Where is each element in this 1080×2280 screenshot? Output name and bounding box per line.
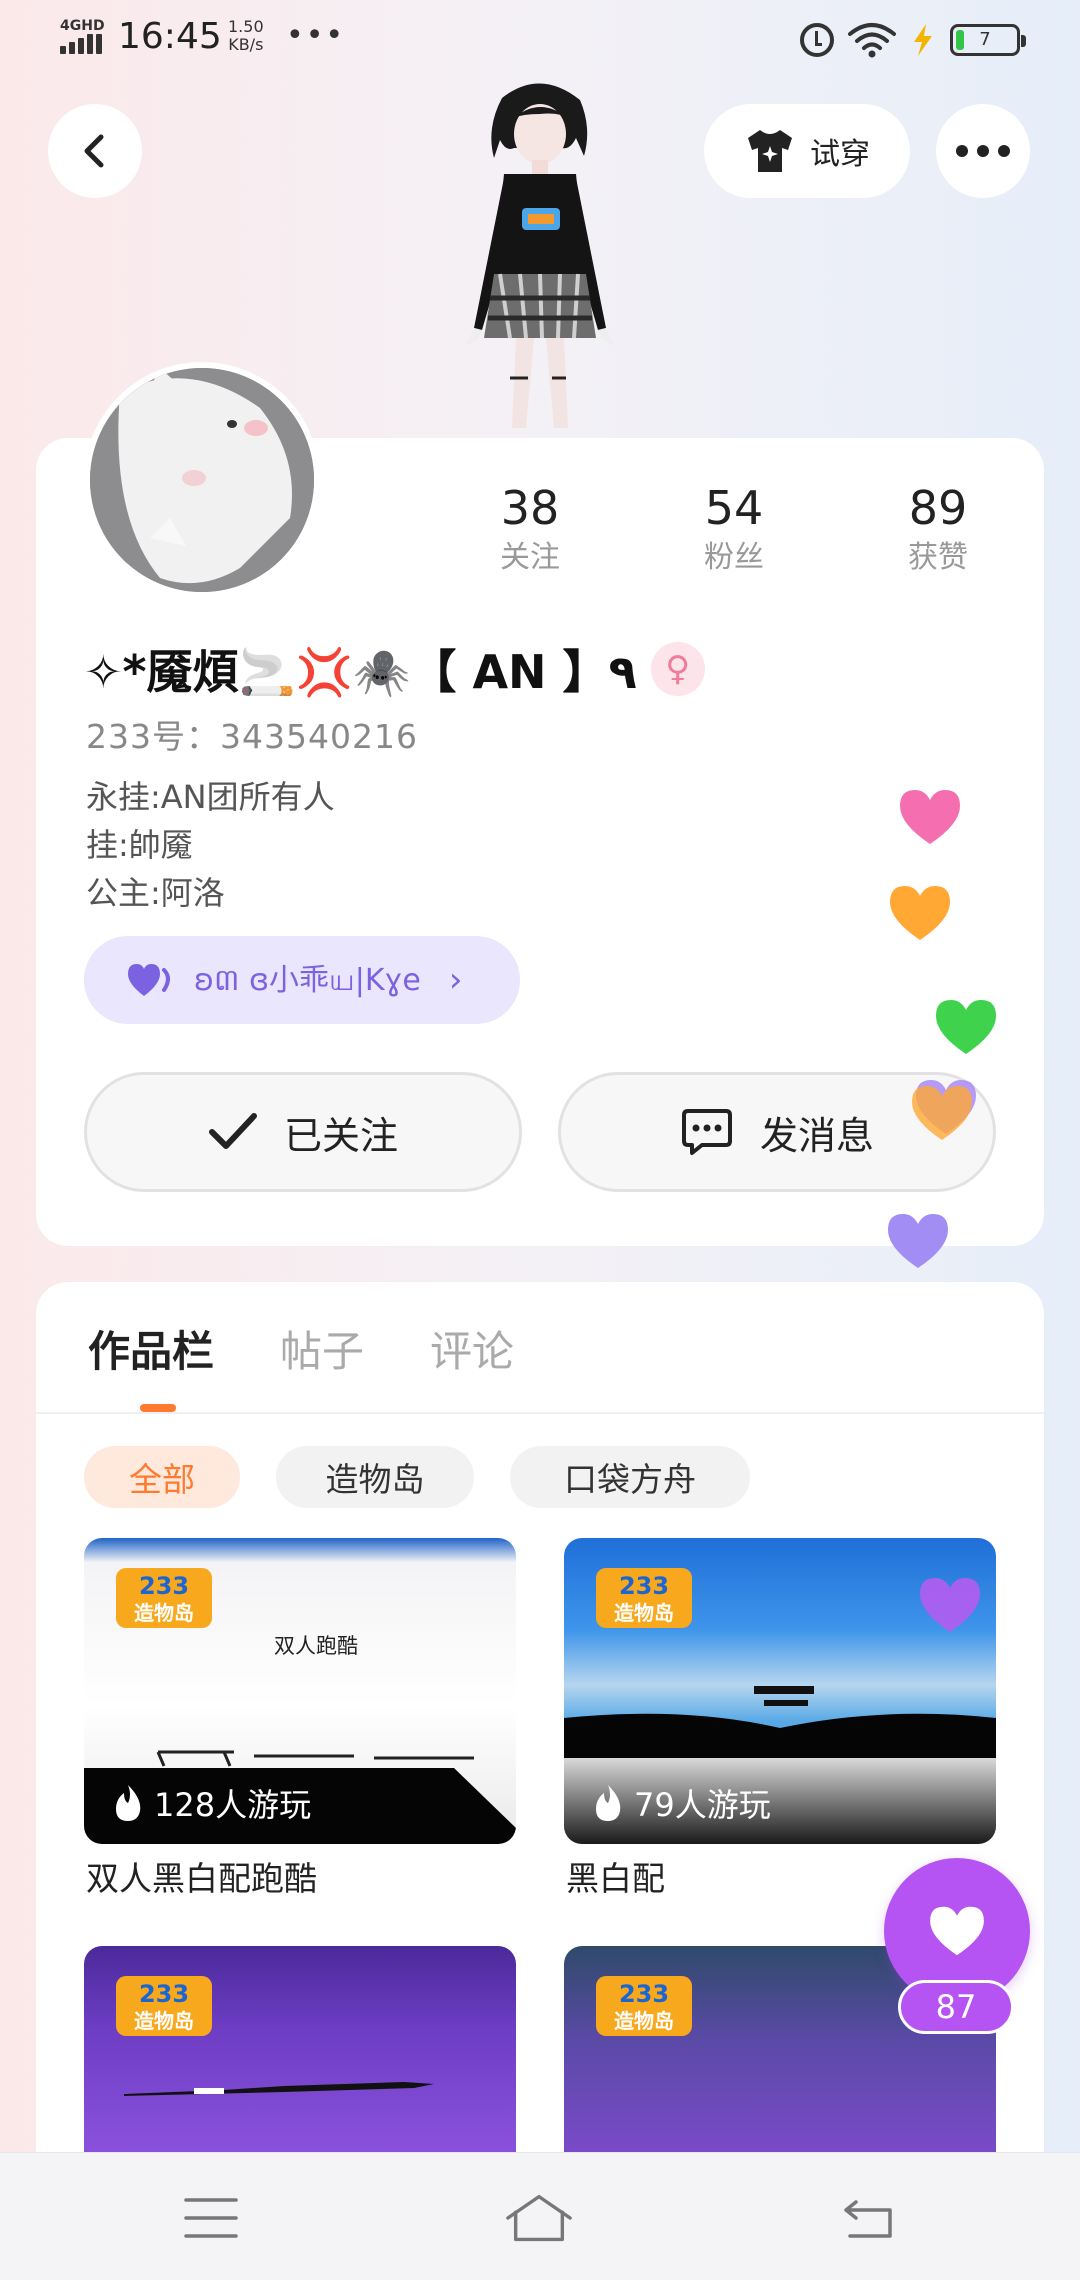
svg-text:造物岛: 造物岛 — [134, 1601, 194, 1625]
back-nav-button[interactable] — [834, 2183, 904, 2253]
zaowudao-logo-icon: 233 造物岛 — [116, 1568, 212, 1628]
alarm-icon — [800, 23, 834, 57]
stat-likes-label: 获赞 — [908, 540, 968, 575]
status-bar: 4GHD 16:45 1.50 KB/s ••• 7 — [0, 0, 1080, 80]
like-count: 87 — [898, 1980, 1014, 2034]
more-options-button[interactable] — [936, 104, 1030, 198]
send-message-label: 发消息 — [759, 1113, 874, 1158]
bio-line: 挂:帥魇 — [86, 826, 193, 864]
active-tab-indicator — [140, 1404, 176, 1412]
battery-level: 7 — [979, 29, 991, 50]
floating-heart-icon — [888, 1214, 948, 1268]
system-navigation-bar — [0, 2152, 1080, 2280]
zaowudao-logo-icon: 233 造物岛 — [596, 1568, 692, 1628]
avatar-character-figure — [466, 83, 614, 428]
network-type: 4GHD — [60, 18, 105, 34]
home-button[interactable] — [504, 2183, 574, 2253]
svg-text:233: 233 — [619, 1572, 669, 1600]
relationship-badge-text: ʚ៣ ɞ小乖ய|Kɣe — [194, 963, 421, 998]
filter-chip-pocket-ark[interactable]: 口袋方舟 — [510, 1446, 750, 1508]
female-icon: ♀ — [650, 642, 705, 696]
chat-bubble-icon — [681, 1109, 732, 1155]
followed-label: 已关注 — [283, 1113, 398, 1158]
flame-icon — [116, 1785, 141, 1821]
tab-works[interactable]: 作品栏 — [88, 1318, 214, 1398]
stat-followers[interactable]: 54 粉丝 — [644, 478, 824, 578]
chevron-right-icon: › — [448, 960, 463, 1000]
work-card[interactable]: 233 造物岛 — [84, 1946, 516, 2152]
try-on-label: 试穿 — [810, 137, 870, 172]
play-count-text: 128人游玩 — [154, 1786, 312, 1824]
stat-followers-label: 粉丝 — [704, 540, 764, 575]
scene-text: 双人跑酷 — [274, 1634, 358, 1658]
notification-dots: ••• — [286, 18, 346, 53]
filter-chip-all[interactable]: 全部 — [84, 1446, 240, 1508]
svg-text:233: 233 — [139, 1980, 189, 2008]
stats-row: 38 关注 54 粉丝 89 获赞 — [440, 478, 1040, 598]
back-button[interactable] — [48, 104, 142, 198]
user-id[interactable]: 233号：343540216 — [86, 710, 418, 758]
svg-text:233: 233 — [139, 1572, 189, 1600]
floating-heart-icon — [890, 886, 950, 940]
battery-icon: 7 — [950, 24, 1026, 56]
checkmark-icon — [208, 1113, 257, 1149]
tabs-divider — [36, 1412, 1044, 1414]
try-on-button[interactable]: 试穿 — [704, 104, 910, 198]
floating-heart-icon — [900, 790, 960, 844]
zaowudao-logo-icon: 233 造物岛 — [116, 1976, 212, 2036]
stat-following-label: 关注 — [500, 540, 560, 575]
stat-likes-count: 89 — [908, 481, 968, 535]
tshirt-icon — [748, 130, 792, 172]
clock: 16:45 — [118, 16, 222, 57]
play-count-text: 79人游玩 — [634, 1786, 771, 1824]
play-count: 128人游玩 — [112, 1780, 311, 1826]
work-title[interactable]: 黑白配 — [566, 1852, 665, 1900]
svg-text:造物岛: 造物岛 — [134, 2009, 194, 2033]
wifi-icon — [848, 23, 896, 58]
back-arrow-icon — [844, 2200, 892, 2238]
play-count: 79人游玩 — [592, 1780, 771, 1826]
floating-heart-icon — [936, 1000, 996, 1054]
svg-text:造物岛: 造物岛 — [614, 1601, 674, 1625]
signal-icon: 4GHD — [58, 18, 106, 58]
tab-comments[interactable]: 评论 — [430, 1318, 514, 1398]
scene-platform — [124, 2082, 434, 2096]
stat-following-count: 38 — [500, 481, 560, 535]
stat-likes[interactable]: 89 获赞 — [848, 478, 1028, 578]
more-dots-icon — [956, 145, 1010, 157]
followed-button[interactable]: 已关注 — [84, 1072, 522, 1192]
username: ✧*魇煩🚬💢🕷️【 AN 】٩ ♀ — [84, 636, 705, 702]
zaowudao-logo-icon: 233 造物岛 — [596, 1976, 692, 2036]
avatar[interactable] — [84, 362, 320, 598]
works-tabs: 作品栏 帖子 评论 — [88, 1318, 514, 1398]
bio-line: 永挂:AN团所有人 — [86, 778, 335, 816]
tab-posts[interactable]: 帖子 — [280, 1318, 364, 1398]
charging-icon — [914, 24, 932, 56]
relationship-badge[interactable]: ʚ៣ ɞ小乖ய|Kɣe › — [84, 936, 520, 1024]
chevron-left-icon — [84, 134, 104, 168]
avatar-image — [90, 368, 314, 592]
heart-icon — [128, 964, 170, 996]
work-title[interactable]: 双人黑白配跑酷 — [86, 1852, 317, 1900]
stat-following[interactable]: 38 关注 — [440, 478, 620, 578]
floating-heart-icon — [920, 1578, 980, 1632]
menu-icon — [184, 2198, 238, 2238]
svg-text:233: 233 — [619, 1980, 669, 2008]
stat-followers-count: 54 — [704, 481, 764, 535]
floating-heart-icon — [912, 1086, 972, 1140]
bio-line: 公主:阿洛 — [86, 874, 225, 912]
work-card[interactable]: 233 造物岛 双人跑酷 128人游玩 — [84, 1538, 516, 1844]
filter-chip-zaowudao[interactable]: 造物岛 — [276, 1446, 474, 1508]
heart-icon — [930, 1906, 984, 1956]
flame-icon — [596, 1785, 621, 1821]
home-icon — [506, 2194, 572, 2242]
network-speed: 1.50 KB/s — [228, 17, 264, 54]
svg-text:造物岛: 造物岛 — [614, 2009, 674, 2033]
username-text: ✧*魇煩🚬💢🕷️【 AN 】٩ — [84, 645, 637, 699]
menu-button[interactable] — [176, 2183, 246, 2253]
